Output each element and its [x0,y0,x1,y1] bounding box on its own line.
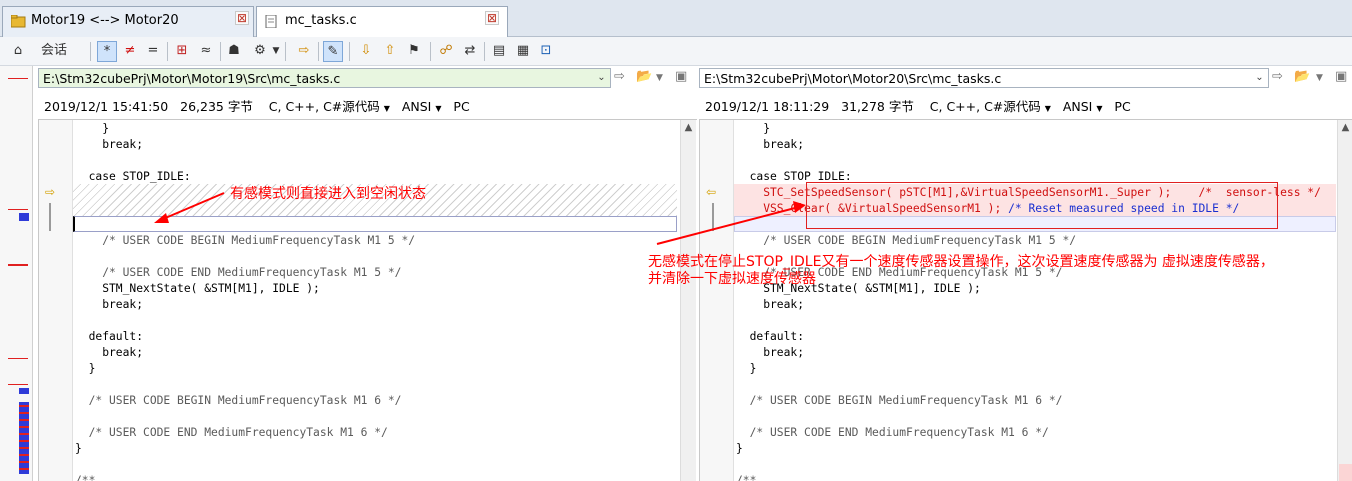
annotation-arrow-left [162,192,225,220]
annotation-arrow-right [656,207,796,245]
annotation-arrows [154,192,806,245]
annotation-left-note: 有感模式则直接进入到空闲状态 [230,186,426,202]
annotation-right-note-line1: 无感模式在停止STOP_IDLE又有一个速度传感器设置操作，这次设置速度传感器为… [648,254,1274,270]
annotation-arrowhead-right [793,201,806,213]
annotation-right-note-line2: 并清除一下虚拟速度传感器 [648,271,816,287]
annotation-arrowhead-left [154,213,169,223]
